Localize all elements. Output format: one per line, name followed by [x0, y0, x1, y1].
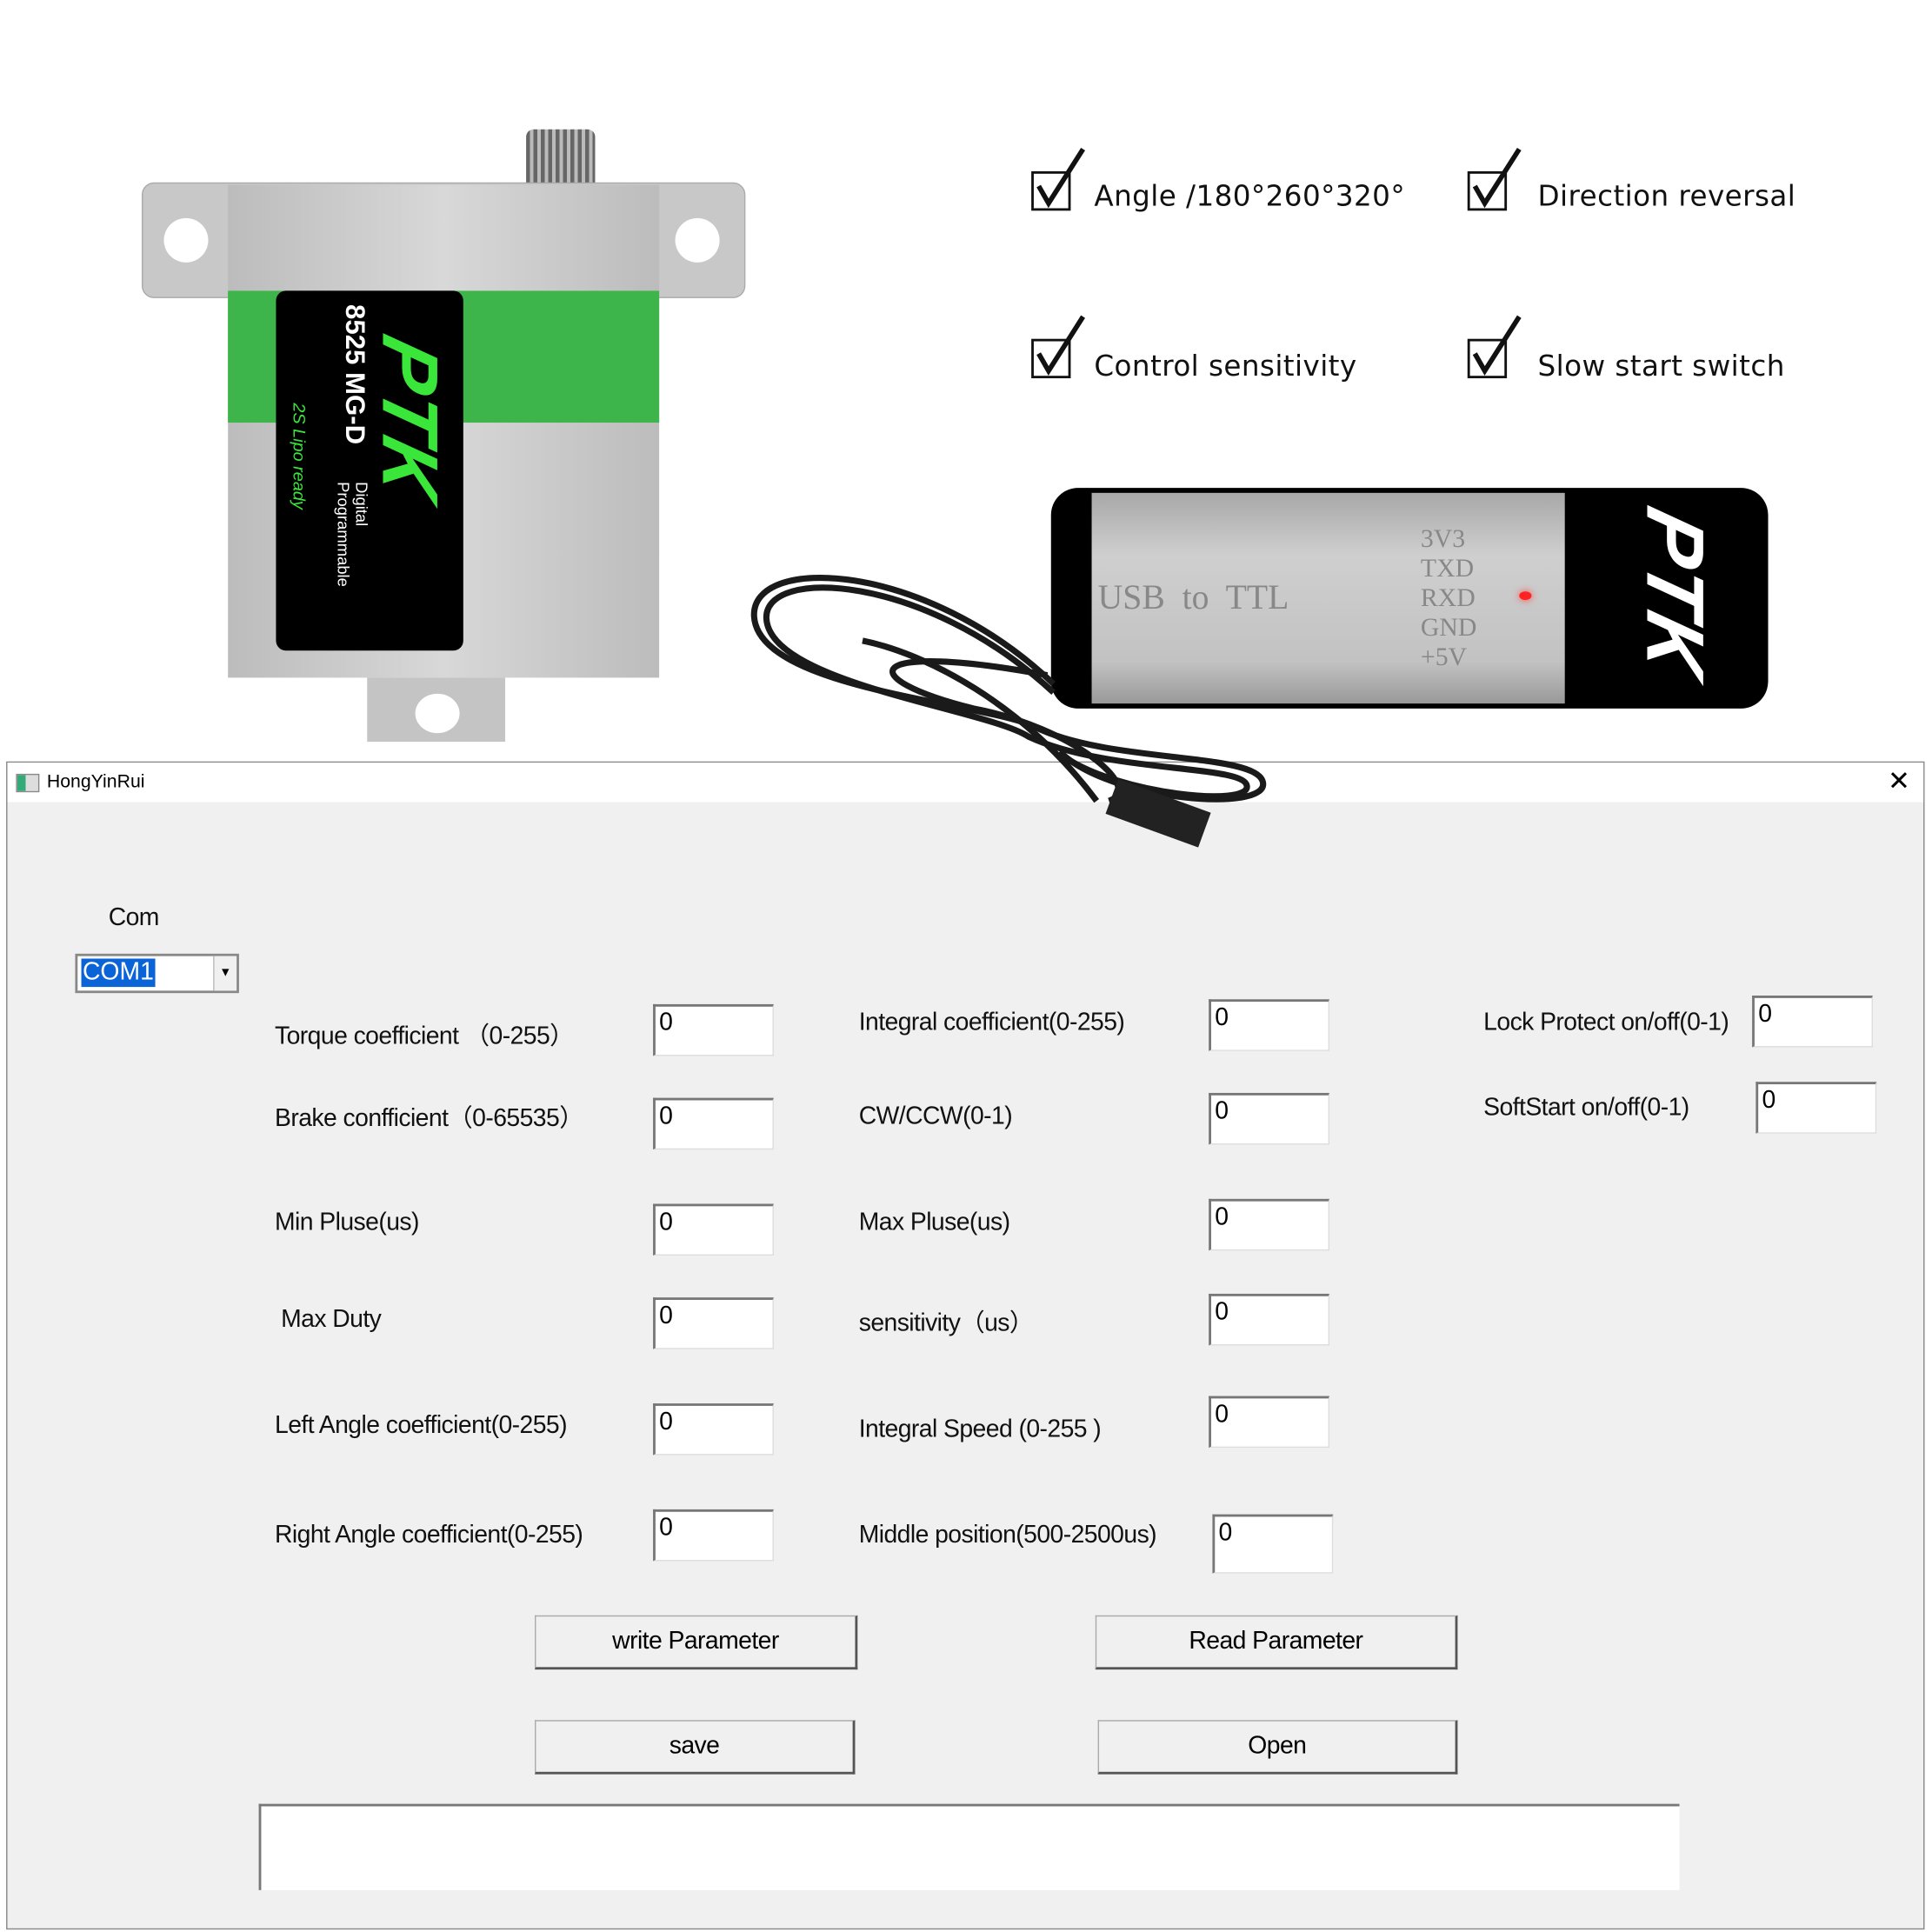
brand-logo: PTK	[365, 327, 455, 509]
pin-label: 3V3	[1420, 523, 1466, 554]
middle-position-label: Middle position(500-2500us)	[858, 1522, 1157, 1549]
integral-label: Integral coefficient(0-255)	[858, 1009, 1125, 1036]
adapter-brand-logo: PTK	[1629, 498, 1722, 686]
torque-input[interactable]: 0	[653, 1003, 774, 1056]
left-angle-label: Left Angle coefficient(0-255)	[275, 1411, 568, 1440]
window-title: HongYinRui	[46, 771, 145, 793]
chevron-down-icon[interactable]: ▼	[213, 956, 237, 991]
usb-cable-image	[750, 575, 1267, 848]
lock-protect-input[interactable]: 0	[1752, 996, 1873, 1048]
pin-label: RXD	[1420, 583, 1476, 613]
softstart-label: SoftStart on/off(0-1)	[1483, 1094, 1689, 1122]
com-label: Com	[108, 904, 160, 932]
softstart-input[interactable]: 0	[1755, 1082, 1877, 1134]
integral-input[interactable]: 0	[1209, 999, 1330, 1051]
feature-label: Direction reversal	[1537, 181, 1796, 214]
output-box[interactable]	[258, 1803, 1680, 1890]
save-button[interactable]: save	[535, 1720, 856, 1775]
integral-speed-input[interactable]: 0	[1209, 1396, 1330, 1449]
max-pulse-label: Max Pluse(us)	[858, 1209, 1010, 1236]
max-duty-input[interactable]: 0	[653, 1297, 774, 1349]
sensitivity-input[interactable]: 0	[1209, 1293, 1330, 1346]
read-parameter-button[interactable]: Read Parameter	[1095, 1615, 1458, 1670]
pin-label: +5V	[1420, 642, 1468, 672]
torque-label: Torque coefficient （0-255）	[275, 1023, 575, 1050]
cwccw-label: CW/CCW(0-1)	[858, 1103, 1013, 1130]
write-parameter-button[interactable]: write Parameter	[535, 1615, 858, 1670]
checkbox-checked-icon	[1467, 147, 1522, 211]
servo-tag-text: 2S Lipo ready	[290, 403, 310, 510]
brake-input[interactable]: 0	[653, 1097, 774, 1150]
com-value: COM1	[81, 958, 156, 988]
checkbox-checked-icon	[1031, 147, 1086, 211]
max-duty-label: Max Duty	[281, 1306, 382, 1334]
checkbox-checked-icon	[1031, 315, 1086, 379]
feature-label: Angle /180°260°320°	[1094, 181, 1406, 214]
pin-label: GND	[1420, 612, 1477, 643]
max-pulse-input[interactable]: 0	[1209, 1198, 1330, 1251]
left-angle-input[interactable]: 0	[653, 1403, 774, 1456]
right-angle-label: Right Angle coefficient(0-255)	[275, 1522, 583, 1549]
pin-label: TXD	[1420, 553, 1475, 583]
app-icon	[16, 773, 40, 793]
checkbox-checked-icon	[1467, 315, 1522, 379]
brake-label: Brake confficient（0-65535）	[275, 1105, 584, 1133]
integral-speed-label: Integral Speed (0-255 )	[858, 1416, 1102, 1443]
com-select[interactable]: COM1 ▼	[75, 953, 239, 994]
cwccw-input[interactable]: 0	[1209, 1092, 1330, 1145]
lock-protect-label: Lock Protect on/off(0-1)	[1483, 1009, 1729, 1036]
feature-label: Slow start switch	[1537, 350, 1785, 383]
close-icon[interactable]: ✕	[1888, 765, 1910, 797]
open-button[interactable]: Open	[1097, 1720, 1458, 1775]
app-window: HongYinRui ✕ Com COM1 ▼ Torque coefficie…	[6, 761, 1925, 1930]
sensitivity-label: sensitivity（us）	[858, 1309, 1035, 1337]
led-icon	[1519, 591, 1532, 601]
right-angle-input[interactable]: 0	[653, 1509, 774, 1562]
min-pulse-label: Min Pluse(us)	[275, 1209, 419, 1236]
servo-image: 8525 MG-D Digital Programmable 2S Lipo re…	[141, 129, 746, 746]
min-pulse-input[interactable]: 0	[653, 1203, 774, 1256]
feature-label: Control sensitivity	[1094, 350, 1357, 383]
middle-position-input[interactable]: 0	[1212, 1514, 1334, 1574]
servo-desc-text: Digital Programmable	[334, 482, 371, 587]
